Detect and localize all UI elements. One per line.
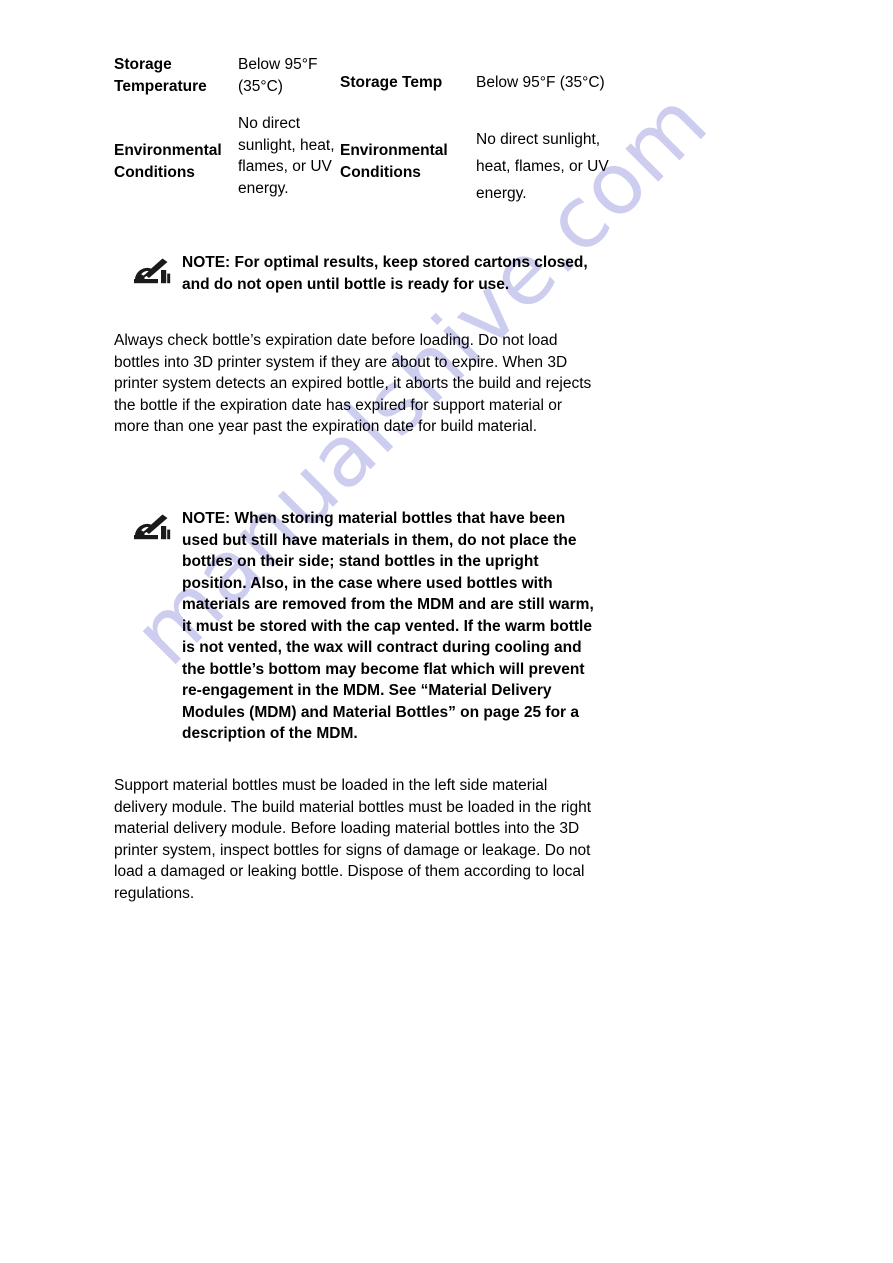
table-row-value-environmental-conditions: No direct sunlight, heat, flames, or UV … bbox=[238, 115, 335, 197]
note-text-1: NOTE: For optimal results, keep stored c… bbox=[182, 254, 588, 293]
table-row-value-storage-temp-duplicate: Below 95°F (35°C) bbox=[476, 74, 605, 91]
table-row-label-storage-temp-duplicate: Storage Temp bbox=[340, 74, 443, 91]
table-row-label-environmental-conditions-duplicate: Environmental Conditions bbox=[340, 142, 448, 181]
paragraph-expiration-check: Always check bottle’s expiration date be… bbox=[114, 332, 592, 435]
paragraph-bottle-loading: Support material bottles must be loaded … bbox=[114, 777, 592, 902]
note-block-1: NOTE: For optimal results, keep stored c… bbox=[114, 252, 634, 295]
table-row-value-storage-temperature: Below 95°F (35°C) bbox=[238, 56, 318, 95]
note-text-2: NOTE: When storing material bottles that… bbox=[182, 510, 594, 742]
table-row-value-environmental-conditions-duplicate: No direct sunlight, heat, flames, or UV … bbox=[476, 131, 609, 202]
table-row-label-environmental-conditions: Environmental Conditions bbox=[114, 142, 222, 181]
note-hand-writing-icon bbox=[133, 258, 171, 284]
document-page: manualshive.com Storage Temperature Belo… bbox=[0, 0, 893, 1263]
note-block-2: NOTE: When storing material bottles that… bbox=[114, 508, 634, 745]
note-hand-writing-icon bbox=[133, 514, 171, 540]
table-row-label-storage-temperature: Storage Temperature bbox=[114, 56, 207, 95]
specification-table: Storage Temperature Below 95°F (35°C) St… bbox=[0, 0, 893, 225]
